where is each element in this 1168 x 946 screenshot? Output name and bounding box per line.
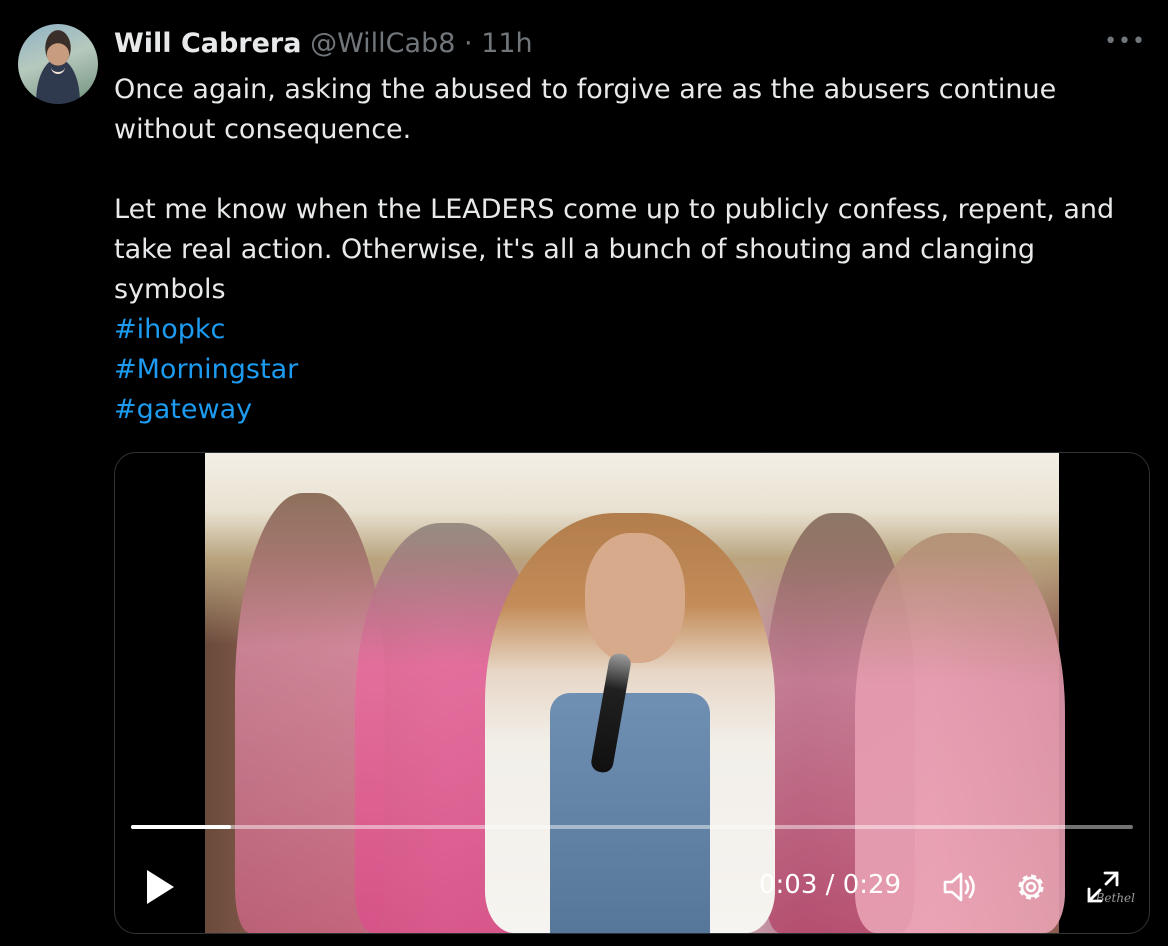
video-time-separator: / <box>817 870 843 900</box>
video-controls: 0:03 / 0:29 <box>115 853 1149 923</box>
hashtag-link[interactable]: #Morningstar <box>114 350 1144 390</box>
author-name[interactable]: Will Cabrera <box>114 28 301 59</box>
volume-icon[interactable] <box>939 867 979 907</box>
tweet-header: Will Cabrera @WillCab8 · 11h <box>114 26 533 62</box>
video-progress-bar[interactable] <box>131 825 1133 829</box>
more-options-icon[interactable]: ••• <box>1104 30 1146 54</box>
author-handle[interactable]: @WillCab8 <box>310 28 455 59</box>
tweet-timestamp[interactable]: 11h <box>481 28 532 59</box>
play-icon[interactable] <box>143 867 177 907</box>
video-current-time: 0:03 <box>759 870 818 900</box>
tweet-paragraph-2: Let me know when the LEADERS come up to … <box>114 194 1115 305</box>
hashtag-link[interactable]: #gateway <box>114 390 1144 430</box>
video-time-readout: 0:03 / 0:29 <box>759 865 901 905</box>
speaker-face <box>585 533 685 663</box>
tweet-text: Once again, asking the abused to forgive… <box>114 70 1144 430</box>
gear-icon[interactable] <box>1011 867 1051 907</box>
tweet-paragraph-1: Once again, asking the abused to forgive… <box>114 74 1057 145</box>
video-duration: 0:29 <box>842 870 902 900</box>
hashtag-link[interactable]: #ihopkc <box>114 310 1144 350</box>
avatar[interactable] <box>18 24 98 104</box>
video-watermark: Bethel <box>1095 891 1135 905</box>
video-progress-fill <box>131 825 232 829</box>
avatar-smile <box>51 66 65 74</box>
video-player[interactable]: 0:03 / 0:29 Bethel <box>114 452 1150 934</box>
header-separator: · <box>464 28 473 59</box>
